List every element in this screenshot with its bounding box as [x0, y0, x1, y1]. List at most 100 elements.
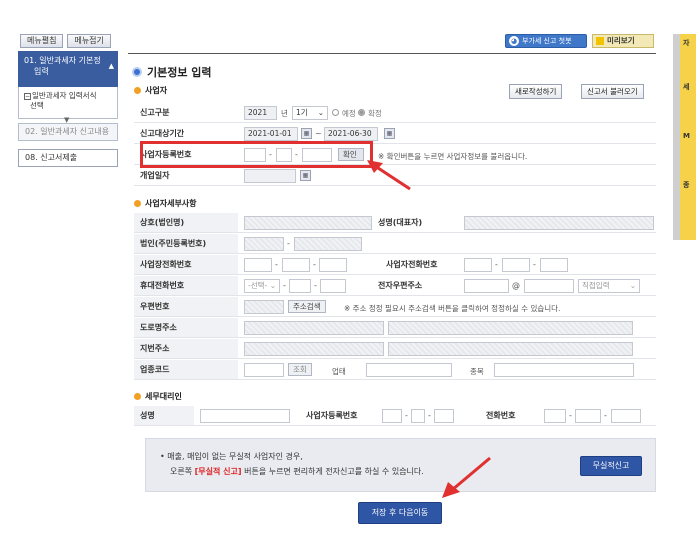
mobile-dash: -	[314, 281, 317, 290]
industry-lookup-button[interactable]: 조회	[288, 363, 312, 376]
business-phone-1[interactable]	[244, 258, 272, 272]
calendar-icon[interactable]: ▦	[300, 170, 311, 181]
corp-no-label: 법인(주민등록번호)	[134, 234, 238, 253]
agent-reg-2[interactable]	[411, 409, 425, 423]
quick-menu-item[interactable]: 세	[683, 82, 689, 92]
corp-no-dash: -	[287, 239, 290, 248]
nil-report-panel: • 매출, 매입이 없는 무실적 사업자인 경우, 오른쪽 [무실적 신고] 버…	[145, 438, 656, 492]
period-select[interactable]: 1기 ⌄	[292, 106, 328, 120]
sidebar-item-report-content[interactable]: 02. 일반과세자 신고내용	[18, 123, 118, 141]
lot-address-1	[244, 342, 384, 356]
row-mobile: 휴대전화번호 -선택- ⌄ - - 전자우편주소 @ 직접입력 ⌄	[134, 276, 656, 296]
save-next-button[interactable]: 저장 후 다음이동	[358, 502, 442, 524]
preview-button[interactable]: 미리보기	[592, 34, 654, 48]
sidebar-item-label-2: 입력	[34, 67, 49, 76]
section-business: 사업자	[134, 85, 167, 96]
preview-icon	[596, 37, 604, 45]
quick-menu-item[interactable]: 자	[683, 38, 689, 48]
industry-code-input[interactable]	[244, 363, 284, 377]
row-industry: 업종코드 조회 업태 종목	[134, 360, 656, 380]
corp-no-part2	[294, 237, 362, 251]
expand-menu-button[interactable]: 메뉴펼침	[20, 34, 64, 48]
ceo-input	[464, 216, 654, 230]
section-title: 사업자	[145, 86, 168, 95]
highlight-arrow-icon	[367, 160, 411, 191]
agent-phone-2[interactable]	[575, 409, 601, 423]
collapse-arrow-icon[interactable]: ▲	[109, 61, 114, 72]
section-business-detail: 사업자세부사항	[134, 198, 197, 209]
email-domain-value: 직접입력	[582, 281, 610, 290]
address-search-button[interactable]: 주소검색	[288, 300, 326, 313]
agent-reg-3[interactable]	[434, 409, 454, 423]
road-address-1	[244, 321, 384, 335]
mobile-carrier-select[interactable]: -선택- ⌄	[244, 279, 280, 293]
radio-scheduled[interactable]	[332, 109, 339, 116]
right-quick-menu[interactable]: 자 세 M 종	[680, 34, 696, 240]
item-input[interactable]	[494, 363, 634, 377]
mobile-2[interactable]	[289, 279, 311, 293]
home-phone-2[interactable]	[502, 258, 530, 272]
agent-name-input[interactable]	[200, 409, 290, 423]
company-input	[244, 216, 372, 230]
home-phone-1[interactable]	[464, 258, 492, 272]
home-phone-3[interactable]	[540, 258, 568, 272]
business-type-input[interactable]	[366, 363, 452, 377]
vat-notice-label: 부가세 신고 첫봇	[522, 37, 572, 45]
vat-notice-button[interactable]: ◕ 부가세 신고 첫봇	[505, 34, 587, 48]
sidebar-toolbar: 메뉴펼침 메뉴접기	[20, 34, 111, 48]
open-date-label: 개업일자	[140, 171, 170, 180]
sidebar-subitem-form-select[interactable]: − 일반과세자 입력서식 선택	[18, 87, 118, 119]
phone-dash: -	[313, 260, 316, 269]
business-phone-2[interactable]	[282, 258, 310, 272]
sidebar-item-submit[interactable]: 08. 신고서제출	[18, 149, 118, 167]
email-label: 전자우편주소	[378, 281, 423, 290]
agent-reg-1[interactable]	[382, 409, 402, 423]
collapse-menu-button[interactable]: 메뉴접기	[67, 34, 111, 48]
agent-phone-dash: -	[604, 411, 607, 420]
sidebar-item-label: 01. 일반과세자 기본정	[24, 56, 101, 65]
agent-phone-1[interactable]	[544, 409, 566, 423]
calendar-icon[interactable]: ▦	[301, 128, 312, 139]
subitem-label: 일반과세자 입력서식	[32, 91, 97, 100]
note-highlight: [무실적 신고]	[194, 467, 242, 476]
load-report-button[interactable]: 신고서 불러오기	[581, 84, 644, 99]
road-address-label: 도로명주소	[134, 318, 238, 337]
new-write-button[interactable]: 새로작성하기	[509, 84, 563, 99]
row-zip: 우편번호 주소검색 ※ 주소 정정 필요시 주소검색 버튼을 클릭하여 정정하실…	[134, 297, 656, 317]
open-date-input[interactable]	[244, 169, 296, 183]
subitem-label-2: 선택	[30, 101, 44, 110]
mobile-3[interactable]	[320, 279, 346, 293]
email-id-input[interactable]	[464, 279, 509, 293]
period-end-input[interactable]: 2021-06-30	[324, 127, 378, 141]
chatbot-icon: ◕	[509, 36, 519, 46]
report-type-label: 신고구분	[140, 108, 170, 117]
radio-final[interactable]	[358, 109, 365, 116]
row-report-type: 신고구분 2021 년 1기 ⌄ 예정 확정	[134, 103, 656, 123]
agent-phone-label: 전화번호	[486, 411, 516, 420]
year-input[interactable]: 2021	[244, 106, 277, 120]
agent-reg-no-label: 사업자등록번호	[306, 411, 358, 420]
email-domain-select[interactable]: 직접입력 ⌄	[578, 279, 640, 293]
section-bullet-icon	[134, 87, 141, 94]
section-bullet-icon	[134, 200, 141, 207]
agent-phone-3[interactable]	[611, 409, 641, 423]
phone-dash: -	[275, 260, 278, 269]
quick-menu-item[interactable]: 종	[683, 180, 689, 190]
business-phone-3[interactable]	[319, 258, 347, 272]
quick-menu-item[interactable]: M	[683, 132, 690, 140]
sidebar-item-basic-info[interactable]: 01. 일반과세자 기본정 입력 ▲	[18, 51, 118, 87]
calendar-icon[interactable]: ▦	[384, 128, 395, 139]
email-at: @	[512, 281, 520, 290]
agent-reg-dash: -	[405, 411, 408, 420]
email-domain-input[interactable]	[524, 279, 574, 293]
phone-dash: -	[533, 260, 536, 269]
company-label: 상호(법인명)	[134, 213, 238, 232]
section-bullet-icon	[134, 393, 141, 400]
period-start-input[interactable]: 2021-01-01	[244, 127, 298, 141]
note-prefix: 오른쪽	[170, 467, 193, 476]
chevron-down-icon: ⌄	[317, 108, 324, 117]
radio-scheduled-label: 예정	[342, 109, 356, 118]
nil-report-button[interactable]: 무실적신고	[580, 456, 642, 476]
agent-phone-dash: -	[569, 411, 572, 420]
section-title: 사업자세부사항	[145, 199, 197, 208]
